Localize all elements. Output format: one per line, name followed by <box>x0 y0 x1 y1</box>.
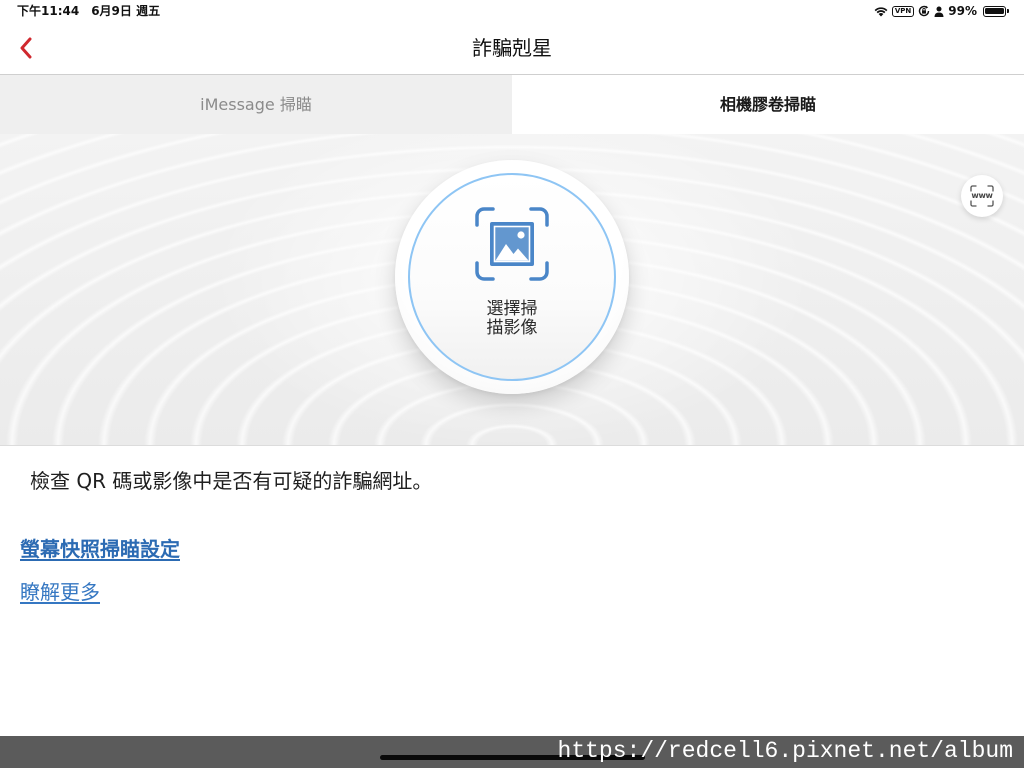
scan-description: 檢查 QR 碼或影像中是否有可疑的詐騙網址。 <box>30 469 433 493</box>
url-scan-button[interactable]: www <box>961 175 1003 217</box>
scan-button-label: 選擇掃 描影像 <box>395 300 629 338</box>
watermark-text: https://redcell6.pixnet.net/album <box>557 738 1013 764</box>
select-image-scan-button[interactable]: 選擇掃 描影像 <box>395 160 629 394</box>
person-icon <box>934 6 944 17</box>
battery-body <box>983 5 1006 17</box>
navigation-bar: 詐騙剋星 <box>0 22 1024 75</box>
learn-more-link[interactable]: 瞭解更多 <box>20 579 100 605</box>
tab-camera-roll-scan[interactable]: 相機膠卷掃瞄 <box>512 75 1024 134</box>
watermark-strip: https://redcell6.pixnet.net/album <box>0 736 1024 768</box>
orientation-lock-icon <box>919 5 930 17</box>
page-title: 詐騙剋星 <box>472 36 552 60</box>
battery-icon <box>983 5 1009 17</box>
scan-tabs: iMessage 掃瞄 相機膠卷掃瞄 <box>0 75 1024 134</box>
status-date: 6月9日 週五 <box>91 4 161 18</box>
status-bar: 下午11:44 6月9日 週五 VPN 99% <box>0 0 1024 22</box>
vpn-icon: VPN <box>891 5 915 17</box>
status-time: 下午11:44 <box>17 4 80 18</box>
status-datetime: 下午11:44 6月9日 週五 <box>17 4 160 18</box>
scan-label-line: 描影像 <box>486 318 538 338</box>
battery-percent: 99% <box>948 4 977 18</box>
wifi-icon <box>874 6 888 16</box>
www-label: www <box>971 191 993 200</box>
tab-imessage-scan[interactable]: iMessage 掃瞄 <box>0 75 512 134</box>
battery-fill <box>985 7 1004 15</box>
app-root: 下午11:44 6月9日 週五 VPN 99% 詐騙剋星 iMessage 掃瞄… <box>0 0 1024 768</box>
scan-hero: 選擇掃 描影像 www <box>0 134 1024 446</box>
scan-label-line: 選擇掃 <box>486 299 538 319</box>
battery-nub <box>1007 9 1009 13</box>
screenshot-scan-settings-link[interactable]: 螢幕快照掃瞄設定 <box>20 536 180 562</box>
status-indicators: VPN 99% <box>874 3 1009 19</box>
image-scan-icon <box>475 207 549 281</box>
